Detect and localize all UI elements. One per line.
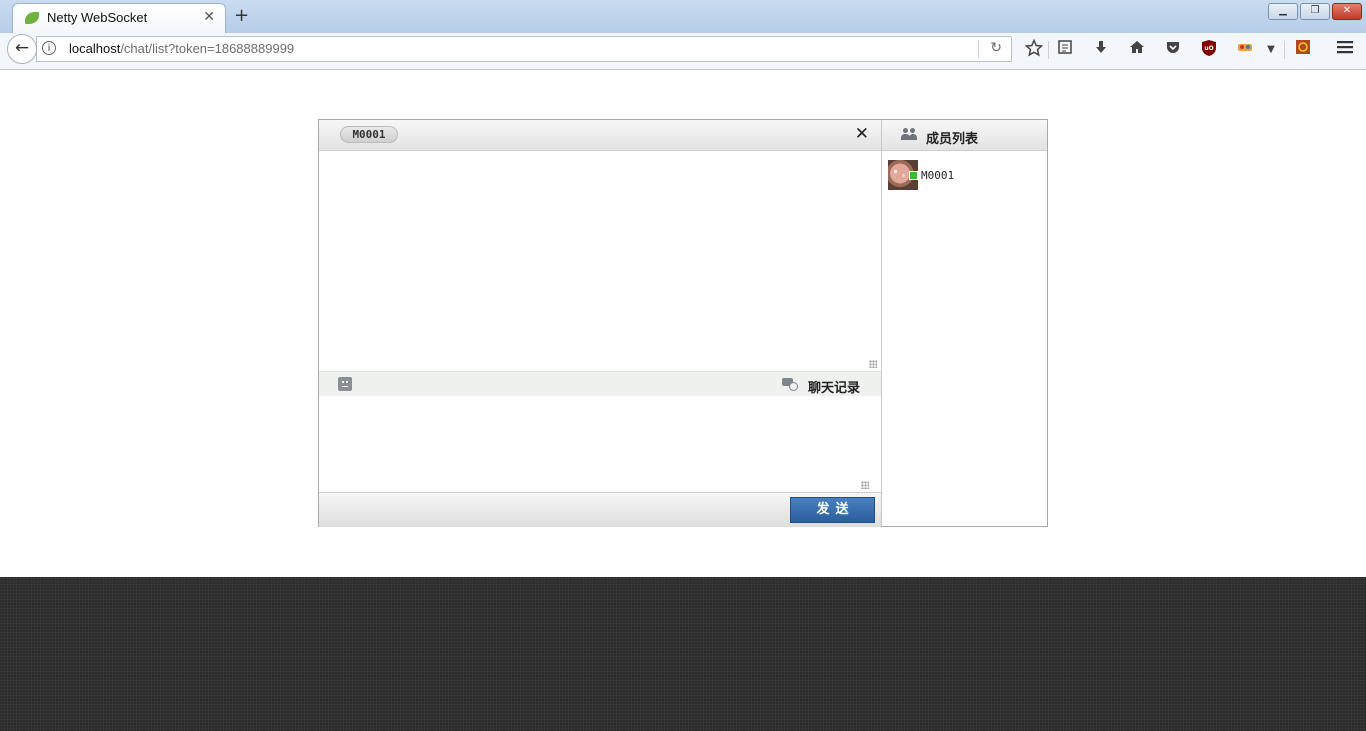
chat-toolbar: 聊天记录 (319, 371, 881, 397)
chat-session-tab[interactable]: M0001 (340, 126, 398, 143)
member-list-item[interactable]: M0001 (888, 160, 1038, 192)
toolbar-divider (1048, 41, 1049, 59)
emoji-icon[interactable] (338, 377, 352, 391)
message-display-area[interactable] (319, 151, 881, 371)
chat-main-panel: M0001 ✕ 聊天记录 发送 (319, 120, 882, 527)
pocket-icon[interactable] (1162, 39, 1184, 61)
star-icon[interactable] (1023, 38, 1045, 61)
download-icon[interactable] (1090, 39, 1112, 61)
message-input[interactable] (319, 396, 881, 492)
window-close-button[interactable]: ✕ (1332, 3, 1362, 20)
users-icon (901, 128, 917, 140)
chat-history-button[interactable]: 聊天记录 (808, 377, 860, 396)
chat-window: M0001 ✕ 聊天记录 发送 成员列表 M0001 (318, 119, 1048, 527)
send-bar: 发送 (319, 492, 881, 527)
svg-text:uO: uO (1204, 45, 1213, 52)
home-icon[interactable] (1126, 39, 1148, 61)
tab-title: Netty WebSocket (47, 10, 148, 25)
hamburger-menu-icon[interactable] (1334, 39, 1356, 61)
chat-close-icon[interactable]: ✕ (855, 124, 869, 144)
url-text[interactable]: localhost/chat/list?token=18688889999 (69, 41, 294, 56)
member-panel-header: 成员列表 (882, 120, 1047, 151)
url-bar[interactable]: i localhost/chat/list?token=18688889999 … (36, 36, 1012, 62)
url-host: localhost (69, 41, 121, 56)
url-path: /chat/list?token=18688889999 (120, 41, 295, 56)
info-icon[interactable]: i (42, 41, 56, 55)
new-tab-button[interactable]: + (234, 5, 249, 26)
send-button[interactable]: 发送 (790, 497, 875, 523)
window-maximize-button[interactable]: ❐ (1300, 3, 1330, 20)
member-name: M0001 (921, 169, 955, 182)
browser-navbar: i localhost/chat/list?token=18688889999 … (0, 33, 1366, 70)
browser-tab[interactable]: Netty WebSocket ✕ (12, 3, 226, 33)
ublock-icon[interactable]: uO (1198, 39, 1220, 61)
chat-header: M0001 ✕ (319, 120, 881, 151)
chat-history-icon[interactable] (782, 378, 798, 391)
menu-dropdown-icon[interactable]: ▼ (1260, 39, 1282, 61)
url-divider (978, 40, 979, 58)
input-resize-grip[interactable] (861, 481, 869, 489)
message-area-resize-grip[interactable] (869, 360, 877, 368)
toolbar-divider (1284, 41, 1285, 59)
member-list-title: 成员列表 (926, 132, 979, 147)
extension-icon[interactable] (1234, 39, 1256, 61)
page-footer (0, 577, 1366, 731)
reload-icon[interactable]: ↻ (990, 40, 1002, 56)
online-status-icon (909, 171, 918, 180)
back-button[interactable]: ← (7, 34, 37, 64)
tab-close-icon[interactable]: ✕ (203, 9, 215, 25)
reader-icon[interactable] (1054, 39, 1076, 61)
browser-tabstrip: Netty WebSocket ✕ + ▁ ❐ ✕ (0, 0, 1366, 33)
member-panel: 成员列表 M0001 (882, 120, 1047, 526)
addon-icon[interactable] (1292, 39, 1314, 61)
spring-leaf-icon (25, 12, 39, 24)
window-minimize-button[interactable]: ▁ (1268, 3, 1298, 20)
